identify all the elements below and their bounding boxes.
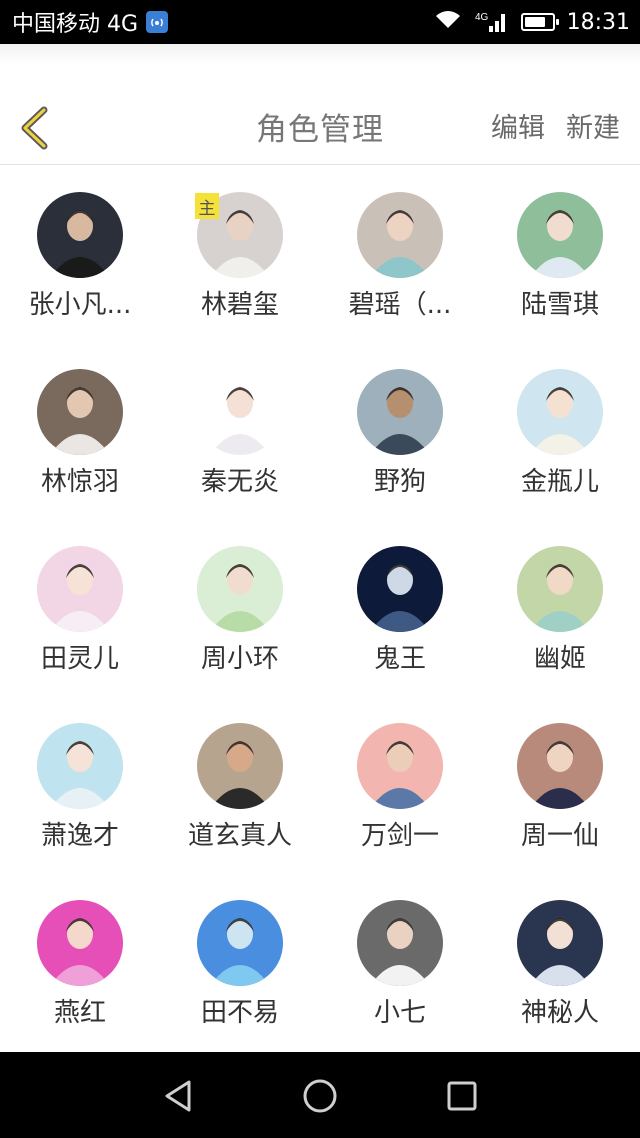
status-bar: 中国移动 4G 4G 18:31 bbox=[0, 0, 640, 44]
character-name: 燕红 bbox=[53, 998, 106, 1028]
owner-badge: 主 bbox=[195, 193, 219, 219]
character-avatar[interactable] bbox=[197, 369, 283, 455]
character-item[interactable]: 野狗 bbox=[320, 343, 480, 520]
character-avatar[interactable] bbox=[197, 546, 283, 632]
character-item[interactable]: 林惊羽 bbox=[0, 343, 160, 520]
character-name: 野狗 bbox=[373, 467, 426, 497]
hotspot-icon bbox=[146, 11, 169, 33]
character-item[interactable]: 主林碧玺 bbox=[160, 166, 320, 343]
character-name: 秦无炎 bbox=[200, 467, 279, 497]
triangle-back-icon bbox=[165, 1080, 191, 1112]
character-name: 金瓶儿 bbox=[520, 467, 599, 497]
character-item[interactable]: 燕红 bbox=[0, 874, 160, 1051]
character-name: 周小环 bbox=[200, 644, 279, 674]
character-name: 周一仙 bbox=[520, 821, 599, 851]
character-name: 田灵儿 bbox=[40, 644, 119, 674]
character-name: 陆雪琪 bbox=[520, 290, 599, 320]
nav-recent-button[interactable] bbox=[440, 1074, 484, 1118]
character-item[interactable]: 秦无炎 bbox=[160, 343, 320, 520]
character-avatar[interactable] bbox=[357, 546, 443, 632]
nav-back-button[interactable] bbox=[156, 1074, 200, 1118]
circle-home-icon bbox=[303, 1079, 337, 1113]
character-name: 田不易 bbox=[200, 998, 279, 1028]
character-avatar[interactable] bbox=[517, 546, 603, 632]
character-item[interactable]: 周小环 bbox=[160, 520, 320, 697]
mobile-signal-icon: 4G bbox=[475, 10, 509, 34]
character-name: 小七 bbox=[373, 998, 426, 1028]
clock: 18:31 bbox=[566, 9, 630, 35]
character-name: 林碧玺 bbox=[200, 290, 279, 320]
character-avatar[interactable] bbox=[517, 192, 603, 278]
character-item[interactable]: 万剑一 bbox=[320, 697, 480, 874]
character-name: 幽姬 bbox=[533, 644, 586, 674]
character-item[interactable]: 陆雪琪 bbox=[480, 166, 640, 343]
svg-text:4G: 4G bbox=[475, 12, 489, 23]
character-name: 鬼王 bbox=[373, 644, 426, 674]
character-item[interactable]: 萧逸才 bbox=[0, 697, 160, 874]
battery-icon bbox=[520, 13, 559, 31]
character-avatar[interactable] bbox=[357, 369, 443, 455]
character-avatar[interactable] bbox=[517, 369, 603, 455]
square-recent-icon bbox=[447, 1081, 477, 1111]
character-name: 张小凡... bbox=[28, 290, 132, 320]
character-item[interactable]: 小七 bbox=[320, 874, 480, 1051]
character-avatar[interactable] bbox=[357, 723, 443, 809]
character-item[interactable]: 金瓶儿 bbox=[480, 343, 640, 520]
character-avatar[interactable] bbox=[37, 369, 123, 455]
nav-home-button[interactable] bbox=[298, 1074, 342, 1118]
character-item[interactable]: 周一仙 bbox=[480, 697, 640, 874]
character-item[interactable]: 神秘人 bbox=[480, 874, 640, 1051]
character-avatar[interactable] bbox=[37, 900, 123, 986]
edit-button[interactable]: 编辑 bbox=[491, 106, 545, 145]
character-avatar[interactable] bbox=[197, 723, 283, 809]
character-grid: 张小凡... 主林碧玺 碧瑶（... 陆雪琪 林惊羽 秦无炎 野狗 金瓶儿 田灵儿 周小环 鬼王 幽姬… bbox=[0, 166, 640, 1052]
character-avatar[interactable] bbox=[37, 192, 123, 278]
wifi-icon bbox=[433, 8, 463, 36]
new-button[interactable]: 新建 bbox=[566, 106, 620, 145]
character-avatar[interactable] bbox=[517, 723, 603, 809]
character-avatar[interactable] bbox=[357, 900, 443, 986]
character-item[interactable]: 幽姬 bbox=[480, 520, 640, 697]
character-item[interactable]: 鬼王 bbox=[320, 520, 480, 697]
character-avatar[interactable] bbox=[517, 900, 603, 986]
character-name: 林惊羽 bbox=[40, 467, 119, 497]
character-name: 萧逸才 bbox=[40, 821, 119, 851]
character-avatar[interactable] bbox=[197, 900, 283, 986]
character-avatar[interactable] bbox=[37, 723, 123, 809]
character-name: 神秘人 bbox=[520, 998, 599, 1028]
character-item[interactable]: 田不易 bbox=[160, 874, 320, 1051]
carrier-label: 中国移动 4G bbox=[12, 12, 139, 37]
character-avatar[interactable] bbox=[357, 192, 443, 278]
character-item[interactable]: 张小凡... bbox=[0, 166, 160, 343]
character-name: 道玄真人 bbox=[187, 821, 292, 851]
character-name: 万剑一 bbox=[360, 821, 439, 851]
app-header: 角色管理 编辑 新建 bbox=[0, 44, 640, 165]
character-item[interactable]: 田灵儿 bbox=[0, 520, 160, 697]
character-avatar[interactable] bbox=[37, 546, 123, 632]
character-item[interactable]: 碧瑶（... bbox=[320, 166, 480, 343]
character-item[interactable]: 道玄真人 bbox=[160, 697, 320, 874]
header-shadow bbox=[0, 44, 640, 64]
system-nav-bar bbox=[0, 1052, 640, 1138]
character-name: 碧瑶（... bbox=[348, 290, 452, 320]
